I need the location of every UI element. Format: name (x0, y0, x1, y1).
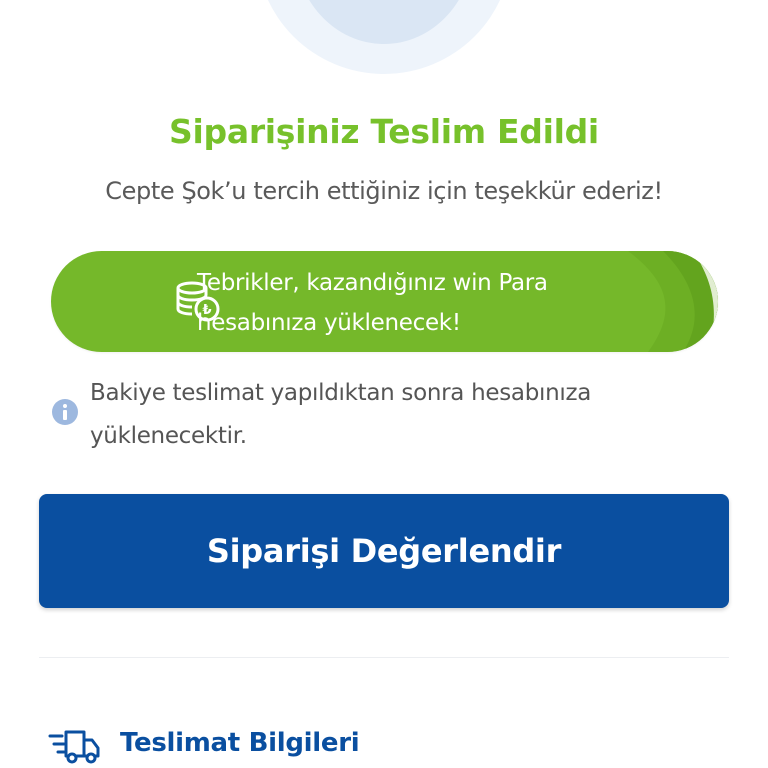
win-banner-line2: hesabınıza yüklenecek! (197, 310, 461, 336)
info-line1: Bakiye teslimat yapıldıktan sonra hesabı… (90, 380, 592, 406)
info-icon (52, 399, 78, 425)
delivery-truck-icon (48, 730, 100, 764)
info-line2: yüklenecektir. (90, 423, 247, 449)
win-banner-line1: Tebrikler, kazandığınız win Para (197, 270, 548, 296)
win-para-banner: ₺ Tebrikler, kazandığınız win Para hesab… (51, 251, 718, 352)
order-thanks-subtitle: Cepte Şok’u tercih ettiğiniz için teşekk… (105, 177, 663, 205)
order-status-title: Siparişiniz Teslim Edildi (169, 112, 599, 151)
delivery-info-title: Teslimat Bilgileri (120, 728, 360, 758)
balance-info-text: Bakiye teslimat yapıldıktan sonra hesabı… (90, 372, 710, 458)
rate-order-button[interactable]: Siparişi Değerlendir (39, 494, 729, 608)
section-divider (39, 657, 729, 658)
